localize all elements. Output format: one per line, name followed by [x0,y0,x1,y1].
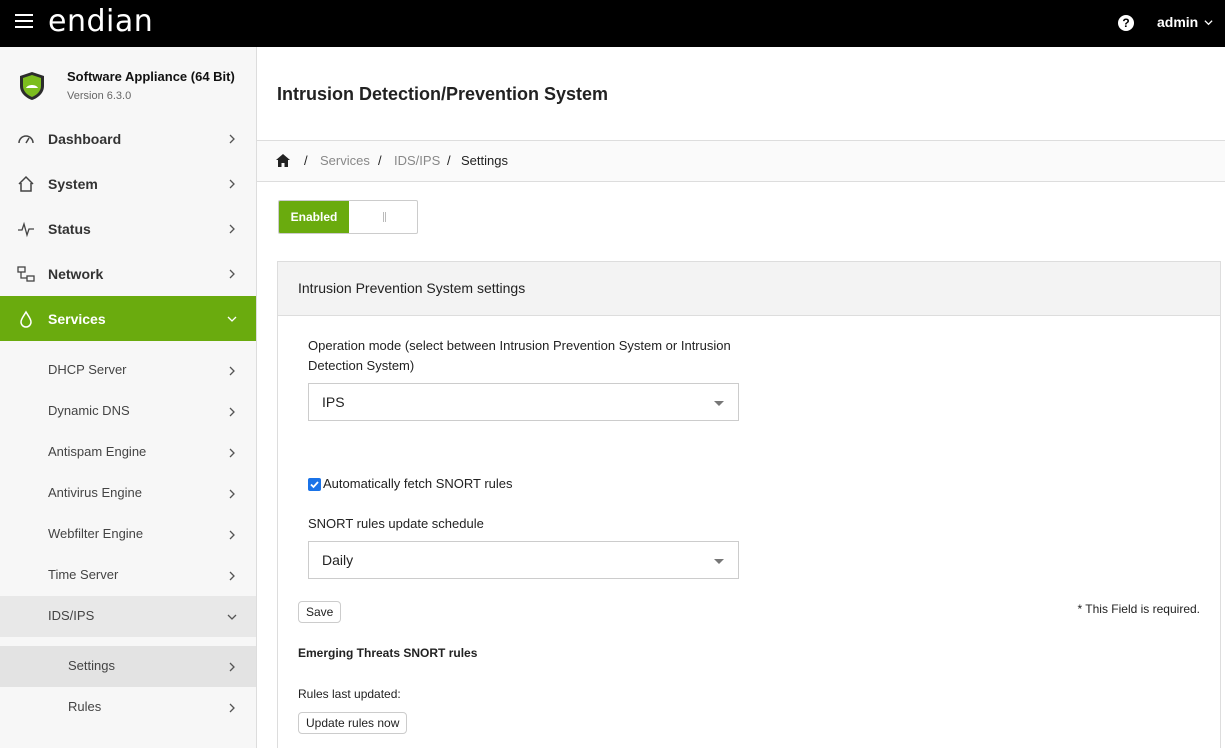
menu-icon[interactable] [15,14,33,28]
schedule-value: Daily [322,552,354,568]
chevron-right-icon [229,571,235,581]
chevron-right-icon [229,407,235,417]
sidebar-item-network[interactable]: Network [0,251,256,296]
logo: endian [48,4,154,39]
chevron-down-icon [1204,19,1213,25]
toggle-enabled-label: Enabled [279,201,349,233]
operation-mode-select[interactable]: IPS [308,383,739,421]
sidebar-subitem-label: Webfilter Engine [48,526,144,541]
sidebar-subitem-label: Time Server [48,567,119,582]
rules-last-updated-label: Rules last updated: [298,687,401,701]
breadcrumb-services[interactable]: Services [320,153,370,168]
drop-icon [17,310,35,328]
toggle-handle [383,212,386,222]
sidebar-subitem-antispam-engine[interactable]: Antispam Engine [0,432,256,473]
enable-toggle[interactable]: Enabled [278,200,418,234]
sidebar-subitem-label: Antispam Engine [48,444,147,459]
auto-fetch-label: Automatically fetch SNORT rules [323,476,513,491]
caret-down-icon [714,559,724,564]
sidebar-item-label: Dashboard [48,130,122,147]
check-icon [310,481,319,489]
chevron-down-icon [227,614,237,620]
appliance-title: Software Appliance (64 Bit) [67,69,235,84]
breadcrumb-separator: / [447,153,451,168]
sidebar-subitem-time-server[interactable]: Time Server [0,555,256,596]
panel-title: Intrusion Prevention System settings [298,280,526,296]
sidebar-item-label: Status [48,220,91,237]
user-menu[interactable]: admin [1157,14,1213,30]
sidebar-item-label: Services [48,310,106,327]
appliance-version: Version 6.3.0 [67,90,132,102]
pulse-icon [17,220,35,238]
sidebar-item-status[interactable]: Status [0,206,256,251]
breadcrumb: / Services / IDS/IPS / Settings [257,141,1225,182]
sidebar-subitem-label: Rules [68,699,102,714]
schedule-select[interactable]: Daily [308,541,739,579]
panel-header: Intrusion Prevention System settings [278,262,1220,316]
emerging-threats-title: Emerging Threats SNORT rules [298,646,478,660]
sidebar-subitem-dynamic-dns[interactable]: Dynamic DNS [0,391,256,432]
breadcrumb-current: Settings [461,153,508,168]
sidebar-item-dashboard[interactable]: Dashboard [0,116,256,161]
chevron-right-icon [229,224,235,233]
schedule-label: SNORT rules update schedule [308,516,484,531]
update-rules-button[interactable]: Update rules now [298,712,408,734]
operation-mode-label-line: Operation mode (select between Intrusion… [308,338,731,353]
breadcrumb-ids-ips[interactable]: IDS/IPS [394,153,440,168]
appliance-info: Software Appliance (64 Bit) Version 6.3.… [0,47,256,117]
top-bar: endian ? admin [0,0,1225,47]
chevron-right-icon [229,489,235,499]
home-icon [17,175,35,193]
chevron-right-icon [229,134,235,143]
save-button[interactable]: Save [298,601,342,623]
breadcrumb-separator: / [378,153,382,168]
breadcrumb-separator: / [304,153,308,168]
sidebar-subitem-antivirus-engine[interactable]: Antivirus Engine [0,473,256,514]
chevron-right-icon [229,448,235,458]
auto-fetch-checkbox[interactable] [308,478,321,491]
chevron-down-icon [227,316,237,322]
chevron-right-icon [229,530,235,540]
chevron-right-icon [229,179,235,188]
sidebar-item-system[interactable]: System [0,161,256,206]
chevron-right-icon [229,269,235,278]
username: admin [1157,14,1199,30]
caret-down-icon [714,401,724,406]
sidebar-subitem-dhcp-server[interactable]: DHCP Server [0,350,256,391]
sidebar-item-services[interactable]: Services [0,296,256,341]
operation-mode-value: IPS [322,394,345,410]
network-icon [17,265,35,283]
main-content: Intrusion Detection/Prevention System / … [257,47,1225,748]
help-icon[interactable]: ? [1118,15,1134,31]
sidebar-subitem-ids-ips[interactable]: IDS/IPS [0,596,256,637]
operation-mode-label: Operation mode (select between Intrusion… [308,336,731,376]
ips-settings-panel: Intrusion Prevention System settings Ope… [277,261,1221,748]
sidebar-subitem-label: DHCP Server [48,362,127,377]
shield-icon [20,72,44,100]
chevron-right-icon [229,703,235,713]
home-icon[interactable] [276,154,290,167]
sidebar: Software Appliance (64 Bit) Version 6.3.… [0,47,257,748]
chevron-right-icon [229,366,235,376]
page-title: Intrusion Detection/Prevention System [277,84,609,104]
sidebar-subitem-webfilter-engine[interactable]: Webfilter Engine [0,514,256,555]
sidebar-item-label: Network [48,265,104,282]
sidebar-item-label: System [48,175,98,192]
sidebar-subitem-rules[interactable]: Rules [0,687,256,728]
operation-mode-label-line: Detection System) [308,358,415,373]
required-note: * This Field is required. [1077,602,1201,616]
sidebar-subitem-label: Antivirus Engine [48,485,142,500]
sidebar-subitem-label: Settings [68,658,115,673]
sidebar-subitem-settings[interactable]: Settings [0,646,256,687]
sidebar-subitem-label: IDS/IPS [48,608,95,623]
chevron-right-icon [229,662,235,672]
sidebar-subitem-label: Dynamic DNS [48,403,130,418]
gauge-icon [17,130,35,148]
